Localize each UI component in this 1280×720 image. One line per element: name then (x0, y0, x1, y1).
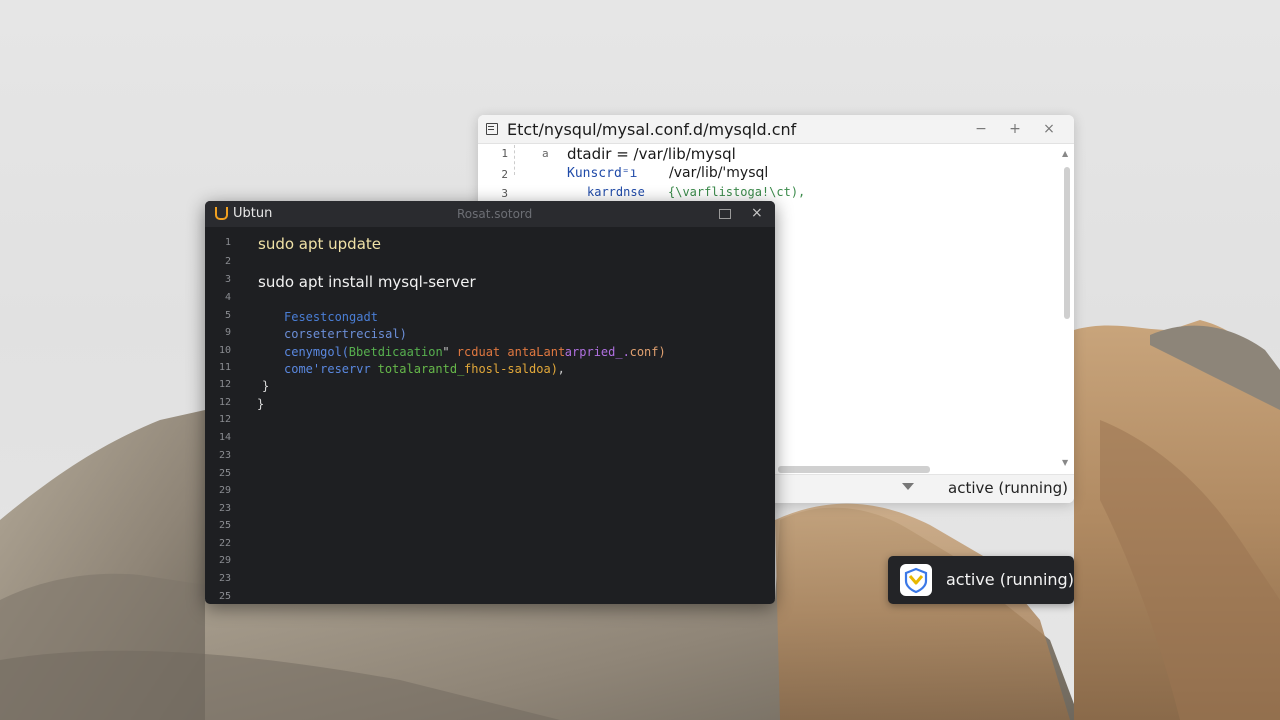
code-token: fhosl-saldoa) (464, 362, 558, 376)
config-line-value: {\varflistoga!\ct), (668, 185, 806, 199)
terminal-app-title: Ubtun (233, 206, 273, 221)
line-number: 23 (218, 503, 231, 514)
code-token: corsetertrecisal) (284, 327, 407, 341)
maximize-button[interactable]: + (998, 121, 1032, 137)
fold-marker: a (542, 147, 549, 160)
code-token: " (442, 345, 450, 359)
line-number: 5 (224, 310, 231, 321)
service-status-text: active (running) (948, 479, 1068, 497)
line-number: 23 (218, 450, 231, 461)
code-token: Bbetdicaation (348, 345, 443, 359)
minimize-button[interactable]: − (964, 121, 998, 137)
line-number: 12 (218, 397, 231, 408)
code-token: come'reservr (284, 362, 371, 376)
line-number: 29 (218, 485, 231, 496)
command-line: sudo apt install mysql-server (258, 273, 476, 291)
gutter-divider (514, 145, 516, 175)
editor-titlebar[interactable]: Etct/nysqul/mysal.conf.d/mysqld.cnf − + … (478, 115, 1074, 144)
code-token: totalarantd_ (377, 362, 465, 376)
code-token: arpried_. (564, 345, 630, 359)
scroll-up-arrow-icon[interactable]: ▲ (1062, 149, 1068, 158)
line-number: 14 (218, 432, 231, 443)
line-number: 25 (218, 520, 231, 531)
line-number: 25 (218, 591, 231, 602)
code-token: rcduat antaLant (456, 345, 566, 359)
line-number: 11 (218, 362, 231, 373)
close-icon[interactable]: × (751, 205, 763, 221)
config-line-key: karrdnse (587, 185, 645, 199)
close-button[interactable]: × (1032, 121, 1066, 137)
vertical-scrollbar[interactable]: ▲ ▼ (1062, 149, 1072, 467)
line-number: 23 (218, 573, 231, 584)
line-number: 3 (501, 187, 508, 200)
command-line: sudo apt update (258, 235, 382, 253)
terminal-window[interactable]: Ubtun Rosat.sotord × 1 2 3 4 5 9 10 11 12 12 12 14 2… (205, 201, 775, 604)
dropdown-caret-icon[interactable] (902, 483, 914, 490)
line-number: 10 (218, 345, 231, 356)
code-token: } (257, 397, 265, 411)
line-number: 2 (224, 256, 231, 267)
line-number: 12 (218, 414, 231, 425)
line-number: 2 (501, 168, 508, 181)
line-number: 12 (218, 379, 231, 390)
line-number: 9 (224, 327, 231, 338)
line-number: 22 (218, 538, 231, 549)
code-token: } (262, 379, 270, 393)
line-number: 25 (218, 468, 231, 479)
maximize-icon[interactable] (719, 209, 731, 219)
ubuntu-logo-icon (215, 207, 228, 220)
service-status-toast[interactable]: active (running) (888, 556, 1074, 604)
terminal-body[interactable]: 1 2 3 4 5 9 10 11 12 12 12 14 23 25 29 23 25 22 29 23 25 sud… (205, 227, 775, 604)
line-number: 1 (501, 147, 508, 160)
config-line-key: Kunscrd⁼ı (567, 166, 638, 181)
terminal-titlebar[interactable]: Ubtun Rosat.sotord × (205, 201, 775, 227)
code-token: conf) (629, 345, 666, 359)
editor-file-path: Etct/nysqul/mysal.conf.d/mysqld.cnf (507, 119, 797, 139)
scrollbar-thumb[interactable] (1064, 167, 1070, 319)
code-token: cenymgol( (284, 345, 350, 359)
config-line-value: /var/lib/'mysql (669, 165, 769, 181)
config-line-datadir: dtadir = /var/lib/mysql (567, 145, 736, 163)
line-number: 1 (224, 237, 231, 248)
line-number: 4 (224, 292, 231, 303)
document-icon (486, 123, 498, 135)
service-shield-icon (900, 564, 932, 596)
line-number: 29 (218, 555, 231, 566)
toast-status-text: active (running) (946, 570, 1074, 589)
code-token: Fesestcongadt (284, 310, 378, 324)
line-number: 3 (224, 274, 231, 285)
terminal-tab-title: Rosat.sotord (457, 207, 533, 221)
code-token: , (557, 362, 565, 376)
horizontal-scrollbar[interactable] (778, 466, 930, 473)
scroll-down-arrow-icon[interactable]: ▼ (1062, 458, 1068, 467)
